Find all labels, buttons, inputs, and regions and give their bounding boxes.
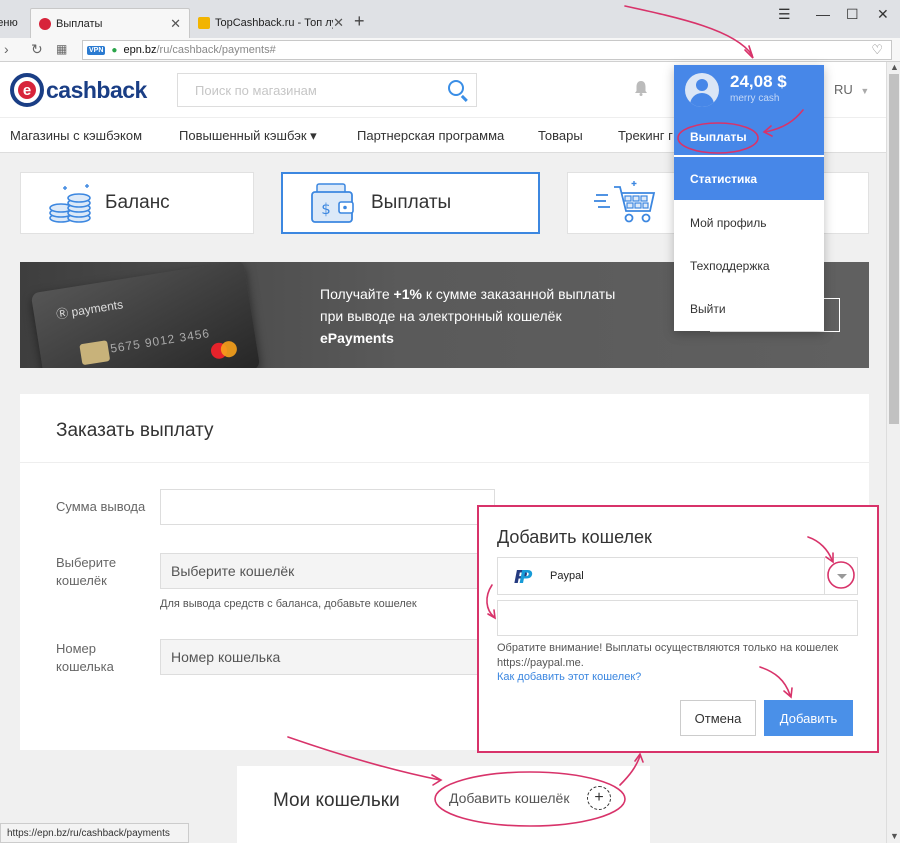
browser-menu-tab[interactable]: Меню: [0, 8, 30, 38]
nav-item-partner-program[interactable]: Партнерская программа: [357, 128, 504, 143]
banner-line-3: ePayments: [320, 330, 394, 346]
chevron-down-icon: ▼: [860, 86, 870, 96]
amount-label: Сумма вывода: [56, 499, 146, 514]
wallet-select-label: Выберите кошелёк: [56, 555, 117, 588]
bell-icon[interactable]: [633, 80, 649, 96]
banner-text: Получайте +1% к сумме заказанной выплаты…: [320, 283, 615, 349]
add-button[interactable]: Добавить: [764, 700, 853, 736]
tab-list-icon[interactable]: ☰: [778, 6, 791, 23]
nav-item-tracking[interactable]: Трекинг г: [618, 128, 673, 143]
minimize-icon[interactable]: —: [816, 6, 830, 22]
add-wallet-plus-icon[interactable]: +: [587, 786, 611, 810]
browser-tab-bar: Меню Выплаты ✕ TopCashback.ru - Топ луч …: [0, 0, 900, 38]
order-payout-title: Заказать выплату: [56, 420, 214, 441]
tab-topcashback[interactable]: TopCashback.ru - Топ луч ✕: [190, 8, 352, 38]
search-placeholder: Поиск по магазинам: [195, 82, 317, 98]
menu-item-profile[interactable]: Мой профиль: [674, 201, 824, 244]
tab-topcashback-title: TopCashback.ru - Топ луч: [215, 17, 334, 29]
page-scrollbar[interactable]: ▲ ▼: [886, 62, 900, 843]
menu-item-payouts[interactable]: Выплаты: [674, 115, 824, 158]
menu-item-logout[interactable]: Выйти: [674, 287, 824, 330]
wallet-select[interactable]: Выберите кошелёк: [160, 553, 495, 589]
new-tab-button[interactable]: +: [354, 11, 365, 32]
url-path: /ru/cashback/payments#: [156, 44, 276, 56]
wallet-number-select[interactable]: Номер кошелька: [160, 639, 495, 675]
user-balance: 24,08 $: [730, 72, 787, 91]
logo-mark: e: [10, 73, 44, 107]
payouts-card[interactable]: $ Выплаты: [281, 172, 540, 234]
scroll-up-icon[interactable]: ▲: [890, 62, 899, 72]
forward-icon[interactable]: ›: [4, 41, 9, 57]
modal-title: Добавить кошелек: [497, 527, 652, 547]
scroll-down-icon[interactable]: ▼: [890, 831, 899, 841]
avatar-icon: [685, 73, 719, 107]
amount-input[interactable]: [160, 489, 495, 525]
payouts-card-label: Выплаты: [371, 192, 452, 213]
my-wallets-title: Мои кошельки: [273, 790, 400, 811]
tab-close-icon[interactable]: ✕: [333, 15, 344, 31]
logo-text: cashback: [46, 76, 147, 103]
menu-item-support[interactable]: Техподдержка: [674, 244, 824, 287]
url-domain: epn.bz: [123, 44, 157, 56]
wallet-number-label: Номер кошелька: [56, 641, 114, 674]
browser-status-bar: https://epn.bz/ru/cashback/payments: [0, 823, 189, 843]
add-wallet-modal: Добавить кошелек PP Paypal Обратите вним…: [477, 505, 879, 753]
add-wallet-link[interactable]: Добавить кошелёк: [449, 790, 569, 806]
wallet-icon: $: [311, 183, 354, 223]
browser-menu-label: Меню: [0, 17, 18, 29]
lock-icon: ●: [111, 44, 118, 56]
speed-dial-icon[interactable]: ▦: [56, 42, 67, 56]
wallet-type-value: Paypal: [550, 570, 584, 582]
paypal-logo-icon: PP: [514, 567, 533, 588]
chevron-down-icon[interactable]: [824, 558, 858, 594]
banner-line-1: Получайте +1% к сумме заказанной выплаты: [320, 286, 616, 302]
annotation-arrowhead: [634, 752, 644, 763]
wallet-select-placeholder: Выберите кошелёк: [171, 563, 295, 579]
balance-card[interactable]: Баланс: [20, 172, 254, 234]
coins-icon: [49, 184, 91, 223]
vpn-badge[interactable]: VPN: [87, 45, 106, 55]
menu-item-statistics[interactable]: Статистика: [674, 157, 824, 200]
divider: [20, 462, 869, 463]
scroll-thumb[interactable]: [889, 74, 899, 424]
balance-card-label: Баланс: [105, 192, 170, 213]
nav-item-increased-cashback[interactable]: Повышенный кэшбэк ▾: [179, 128, 317, 144]
my-wallets-panel: Мои кошельки Добавить кошелёк +: [237, 766, 650, 843]
wallet-hint: Для вывода средств с баланса, добавьте к…: [160, 598, 417, 610]
wallet-type-select[interactable]: PP Paypal: [497, 557, 858, 595]
store-search-input[interactable]: Поиск по магазинам: [177, 73, 477, 107]
tab-close-icon[interactable]: ✕: [170, 16, 181, 32]
address-bar: › ↻ ▦ VPN ● epn.bz /ru/cashback/payments…: [0, 38, 900, 62]
card-number: 5675 9012 3456: [109, 326, 211, 356]
svg-text:$: $: [321, 200, 331, 218]
epn-logo[interactable]: e cashback: [10, 73, 147, 107]
card-chip: [79, 340, 111, 366]
card-brand: Ⓡ payments: [55, 297, 125, 322]
language-selector[interactable]: RU ▼: [834, 82, 869, 97]
modal-note: Обратите внимание! Выплаты осуществляютс…: [497, 642, 839, 669]
nav-item-cashback-stores[interactable]: Магазины с кэшбэком: [10, 128, 142, 143]
logo-letter: e: [22, 81, 32, 99]
banner-line-2: при выводе на электронный кошелёк: [320, 308, 562, 324]
close-window-icon[interactable]: ✕: [877, 6, 889, 23]
maximize-icon[interactable]: ☐: [846, 6, 859, 23]
cart-icon: [594, 181, 656, 223]
user-name: merry cash: [730, 93, 780, 104]
url-field[interactable]: VPN ● epn.bz /ru/cashback/payments# ♡: [82, 40, 892, 60]
user-dropdown-menu: 24,08 $ merry cash Выплаты Статистика Мо…: [674, 65, 824, 331]
epn-favicon-icon: [39, 17, 51, 30]
heart-icon[interactable]: ♡: [871, 42, 883, 58]
language-code: RU: [834, 82, 853, 97]
cancel-button[interactable]: Отмена: [680, 700, 756, 736]
tab-payouts[interactable]: Выплаты ✕: [30, 8, 190, 38]
wallet-address-input[interactable]: [497, 600, 858, 636]
epayments-card-image: Ⓡ payments 5675 9012 3456: [30, 262, 261, 368]
lock-favicon-icon: [198, 17, 210, 29]
reload-icon[interactable]: ↻: [31, 41, 43, 58]
tab-payouts-title: Выплаты: [56, 17, 103, 30]
search-icon[interactable]: [448, 80, 464, 96]
wallet-number-placeholder: Номер кошелька: [171, 649, 281, 665]
nav-item-products[interactable]: Товары: [538, 128, 583, 143]
how-to-add-link[interactable]: Как добавить этот кошелек?: [497, 671, 641, 683]
